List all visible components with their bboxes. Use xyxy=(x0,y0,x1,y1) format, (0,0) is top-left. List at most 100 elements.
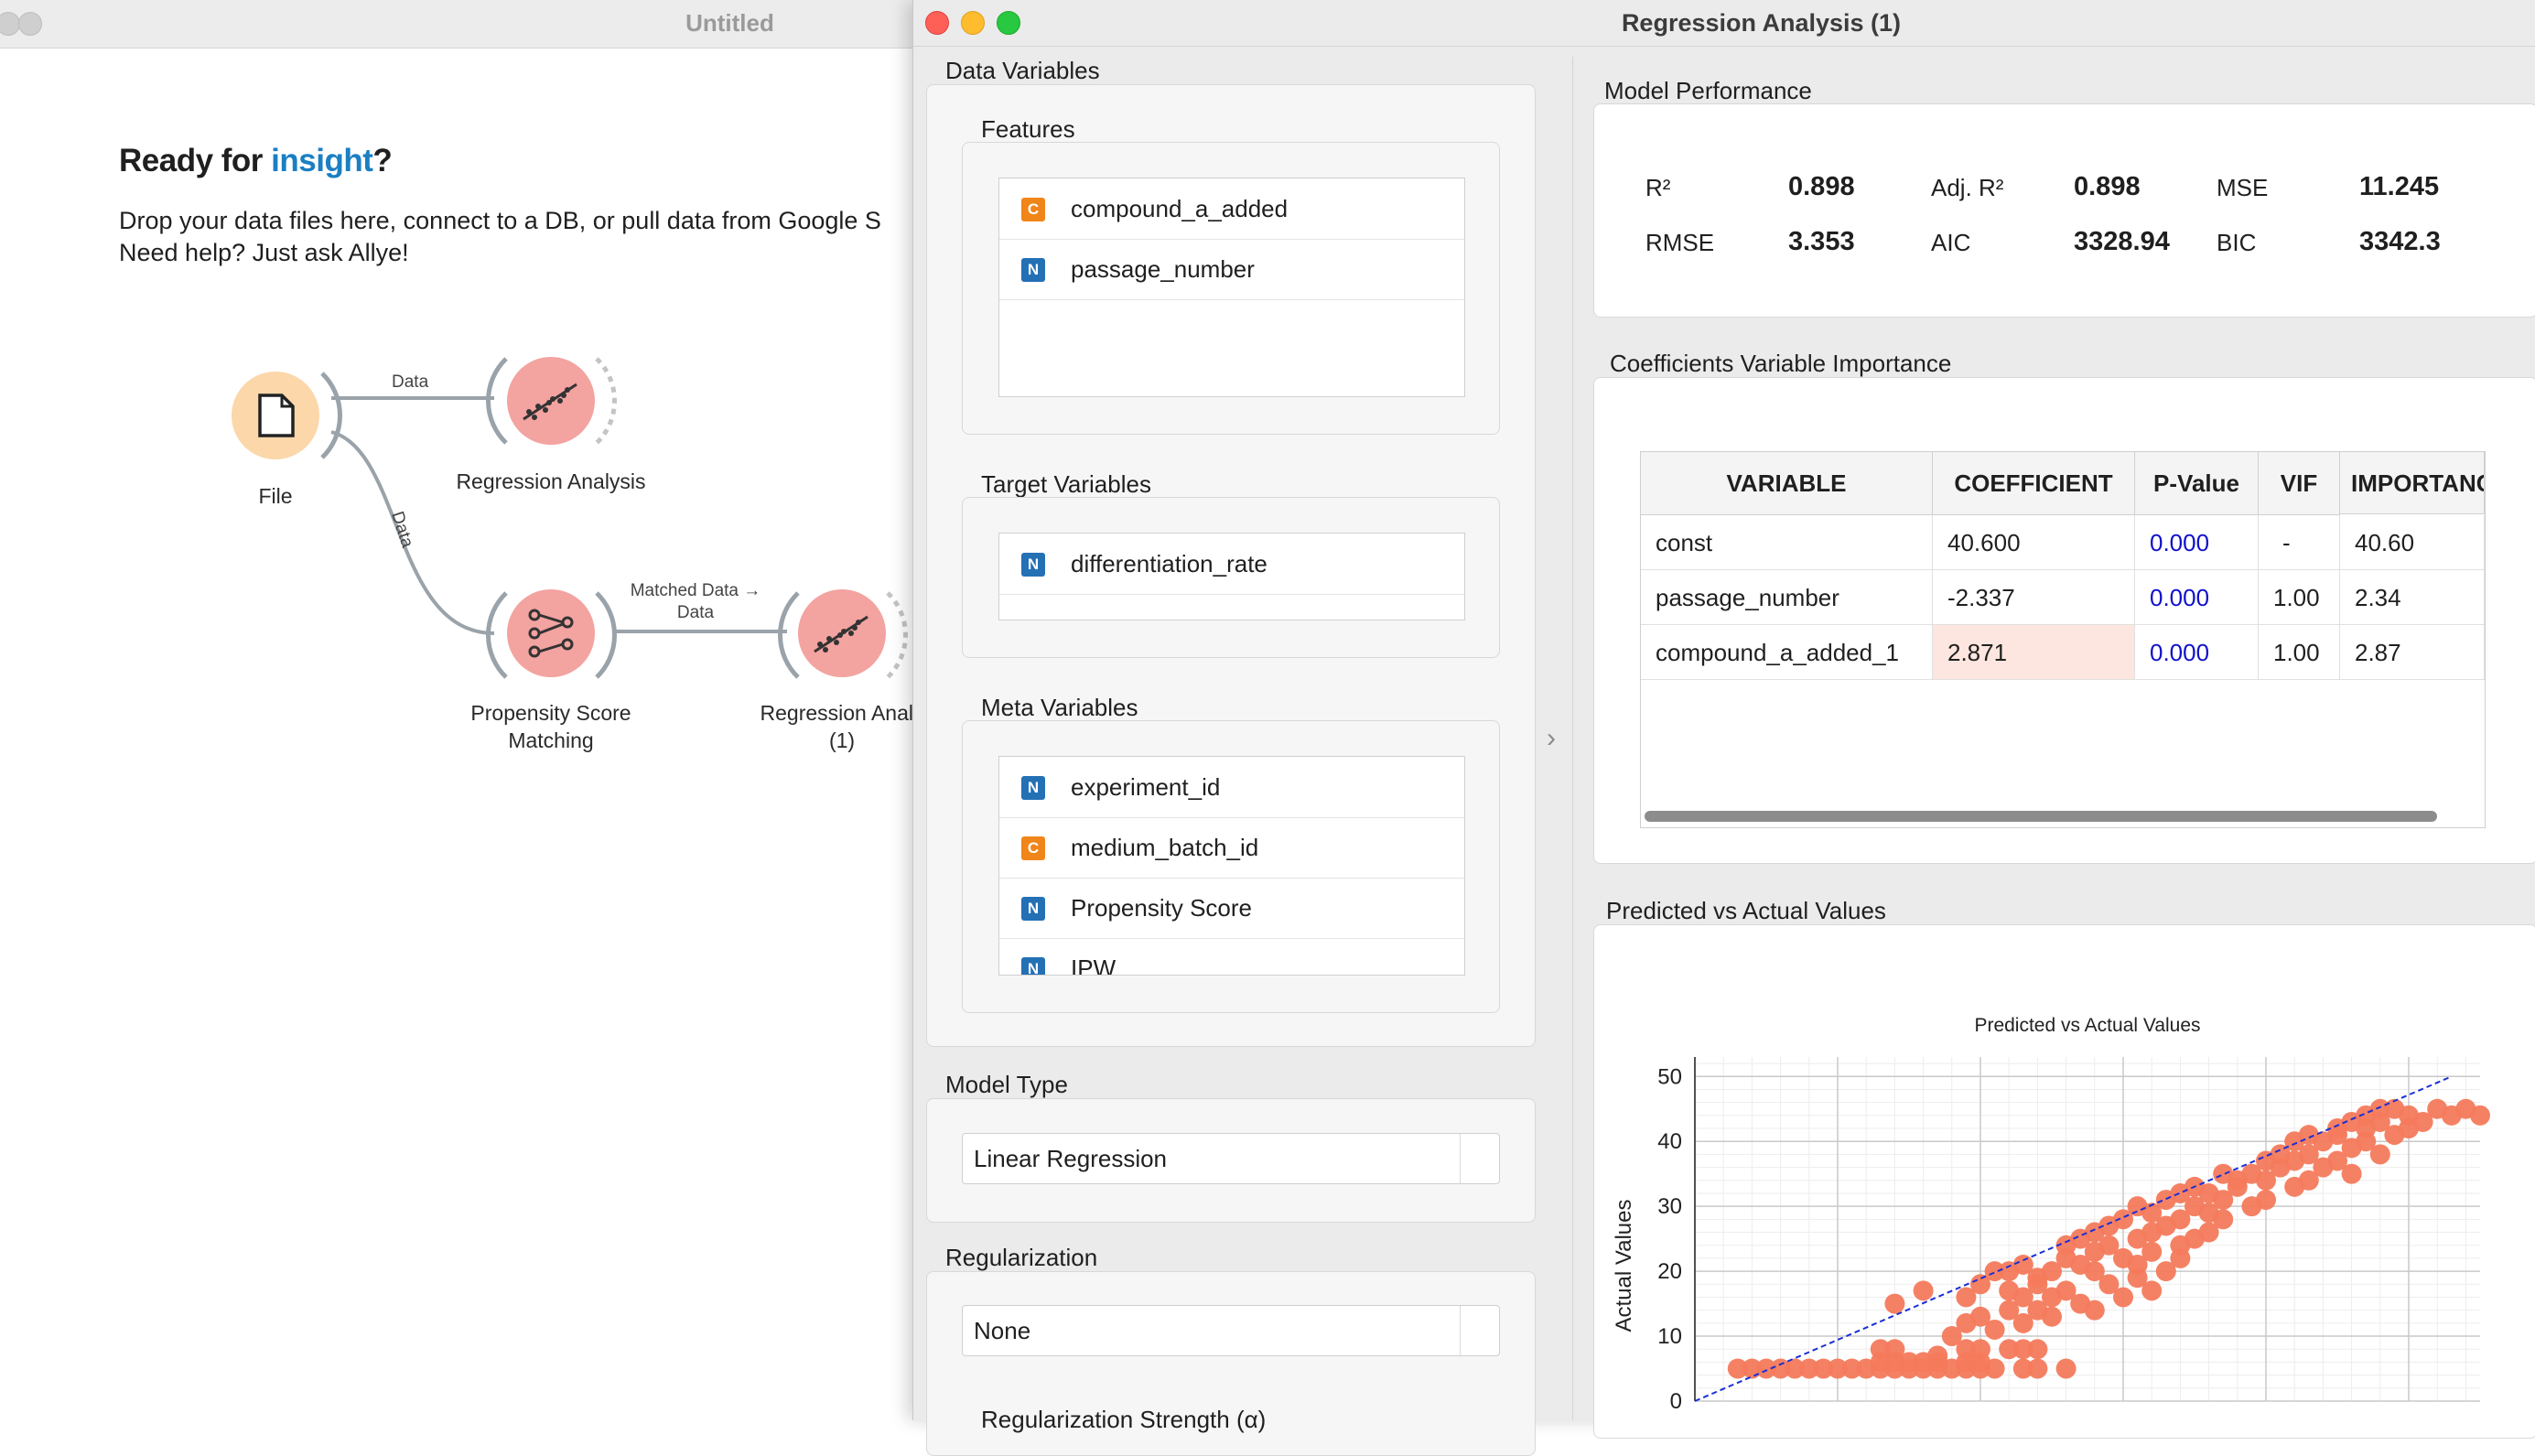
variable-name: IPW xyxy=(1071,954,1116,976)
psm-node-label-line1: Propensity Score xyxy=(470,701,631,725)
model-performance-label: Model Performance xyxy=(1604,77,1812,104)
predicted-vs-actual-chart[interactable]: Predicted vs Actual Values 0 10 20 30 40 50 Act… xyxy=(1594,925,2535,1438)
column-header[interactable]: P-Value xyxy=(2135,452,2259,515)
regression-window: Regression Analysis (1) Data Variables F… xyxy=(912,0,2535,1456)
regularization-label: Regularization xyxy=(945,1244,1098,1271)
column-header[interactable]: COEFFICIENT xyxy=(1933,452,2135,515)
data-point xyxy=(2470,1105,2490,1126)
numeric-type-icon: N xyxy=(1021,553,1045,577)
table-cell: 2.34 xyxy=(2340,570,2485,625)
regression-node[interactable] xyxy=(486,357,617,445)
features-label: Features xyxy=(981,115,1075,143)
horizontal-scrollbar[interactable] xyxy=(1645,811,2437,822)
variable-name: differentiation_rate xyxy=(1071,550,1268,577)
list-item[interactable]: N passage_number xyxy=(999,239,1464,300)
model-type-select[interactable]: Linear Regression xyxy=(962,1133,1500,1184)
file-node-label: File xyxy=(258,484,293,508)
metric-value: 0.898 xyxy=(1788,172,1855,201)
list-item[interactable]: N experiment_id xyxy=(999,757,1464,818)
table-cell: 2.87 xyxy=(2340,625,2485,680)
table-cell-highlighted: 2.871 xyxy=(1933,625,2135,680)
list-item[interactable]: C compound_a_added xyxy=(999,178,1464,240)
meta-list[interactable]: N experiment_id C medium_batch_id N Prop… xyxy=(998,756,1465,976)
column-header[interactable]: IMPORTANC xyxy=(2340,452,2485,514)
target-list[interactable]: N differentiation_rate xyxy=(998,533,1465,620)
regression-node-label: Regression Analysis xyxy=(456,469,646,493)
regularization-select[interactable]: None xyxy=(962,1305,1500,1356)
data-point xyxy=(2256,1190,2276,1211)
link-label-data: Data xyxy=(392,372,429,392)
y-tick-label: 10 xyxy=(1657,1324,1682,1349)
list-item[interactable]: N IPW xyxy=(999,938,1464,976)
metric-value: 3328.94 xyxy=(2074,227,2170,256)
regularization-value: None xyxy=(974,1317,1031,1344)
data-variables-label: Data Variables xyxy=(945,57,1100,84)
table-cell: 0.000 xyxy=(2135,515,2259,570)
psm-node-label: Propensity Score Matching xyxy=(423,699,679,754)
numeric-type-icon: N xyxy=(1021,776,1045,800)
coefficients-tabs[interactable]: Coefficients Variable Importance xyxy=(1610,350,1951,378)
y-tick-label: 50 xyxy=(1657,1064,1682,1089)
list-item[interactable]: N differentiation_rate xyxy=(999,534,1464,595)
model-performance-group: R² 0.898 Adj. R² 0.898 MSE 11.245 RMSE 3… xyxy=(1593,103,2535,318)
table-cell: - xyxy=(2259,515,2340,570)
data-point xyxy=(2084,1300,2105,1321)
y-tick-label: 40 xyxy=(1657,1129,1682,1154)
metric-name: R² xyxy=(1645,174,1671,201)
data-point xyxy=(2141,1280,2163,1301)
psm-node[interactable] xyxy=(486,589,617,679)
dropdown-arrow-icon xyxy=(1460,1306,1499,1355)
predicted-vs-actual-label: Predicted vs Actual Values xyxy=(1606,897,1886,924)
data-point xyxy=(1884,1293,1905,1314)
dropdown-arrow-icon xyxy=(1460,1134,1499,1183)
table-cell: -2.337 xyxy=(1933,570,2135,625)
link-label-matched-line1: Matched Data → xyxy=(630,581,761,600)
table-cell: 40.60 xyxy=(2340,515,2485,570)
data-point xyxy=(1927,1345,1948,1366)
table-cell: compound_a_added_1 xyxy=(1641,625,1933,680)
y-tick-label: 30 xyxy=(1657,1194,1682,1219)
data-point xyxy=(2369,1144,2390,1165)
coefficients-table[interactable]: VARIABLE COEFFICIENT P-Value VIF IMPORTA… xyxy=(1640,451,2486,828)
table-cell: 1.00 xyxy=(2259,570,2340,625)
variable-name: compound_a_added xyxy=(1071,195,1289,222)
file-icon xyxy=(258,394,295,437)
data-point xyxy=(2042,1306,2062,1327)
list-item[interactable]: C medium_batch_id xyxy=(999,817,1464,879)
file-node[interactable] xyxy=(232,372,342,459)
features-list[interactable]: C compound_a_added N passage_number xyxy=(998,178,1465,397)
data-point xyxy=(2027,1339,2048,1360)
column-header[interactable]: VIF xyxy=(2259,452,2340,515)
metric-name: MSE xyxy=(2217,174,2269,201)
table-cell: const xyxy=(1641,515,1933,570)
model-type-value: Linear Regression xyxy=(974,1145,1168,1172)
chart-title: Predicted vs Actual Values xyxy=(1974,1015,2200,1036)
data-point xyxy=(2213,1209,2234,1230)
metric-name: RMSE xyxy=(1645,229,1715,256)
numeric-type-icon: N xyxy=(1021,897,1045,921)
metric-value: 11.245 xyxy=(2359,172,2440,201)
panel-divider[interactable] xyxy=(1572,57,1573,1420)
coefficients-group: VARIABLE COEFFICIENT P-Value VIF IMPORTA… xyxy=(1593,377,2535,864)
list-item[interactable]: N Propensity Score xyxy=(999,878,1464,939)
metric-name: BIC xyxy=(2217,229,2257,256)
column-header[interactable]: VARIABLE xyxy=(1641,452,1933,515)
categorical-type-icon: C xyxy=(1021,836,1045,860)
link-label-matched: Matched Data → Data xyxy=(622,580,769,624)
metric-value: 0.898 xyxy=(2074,172,2141,201)
metric-name: Adj. R² xyxy=(1931,174,2004,201)
numeric-type-icon: N xyxy=(1021,258,1045,282)
model-type-label: Model Type xyxy=(945,1071,1068,1098)
target-variables-label: Target Variables xyxy=(981,470,1151,498)
predicted-vs-actual-group: Predicted vs Actual Values 0 10 20 30 40 50 Act… xyxy=(1593,924,2535,1439)
variable-name: medium_batch_id xyxy=(1071,834,1259,861)
workflow-titlebar: Untitled xyxy=(0,0,924,49)
data-point xyxy=(1984,1319,2005,1340)
y-tick-label: 0 xyxy=(1670,1389,1682,1414)
collapse-chevron-icon[interactable]: › xyxy=(1547,723,1556,754)
regression-titlebar: Regression Analysis (1) xyxy=(913,0,2535,47)
data-point xyxy=(1884,1339,1905,1360)
variable-name: Propensity Score xyxy=(1071,894,1252,922)
regression-node-1[interactable] xyxy=(778,589,908,679)
metric-value: 3.353 xyxy=(1788,227,1855,256)
